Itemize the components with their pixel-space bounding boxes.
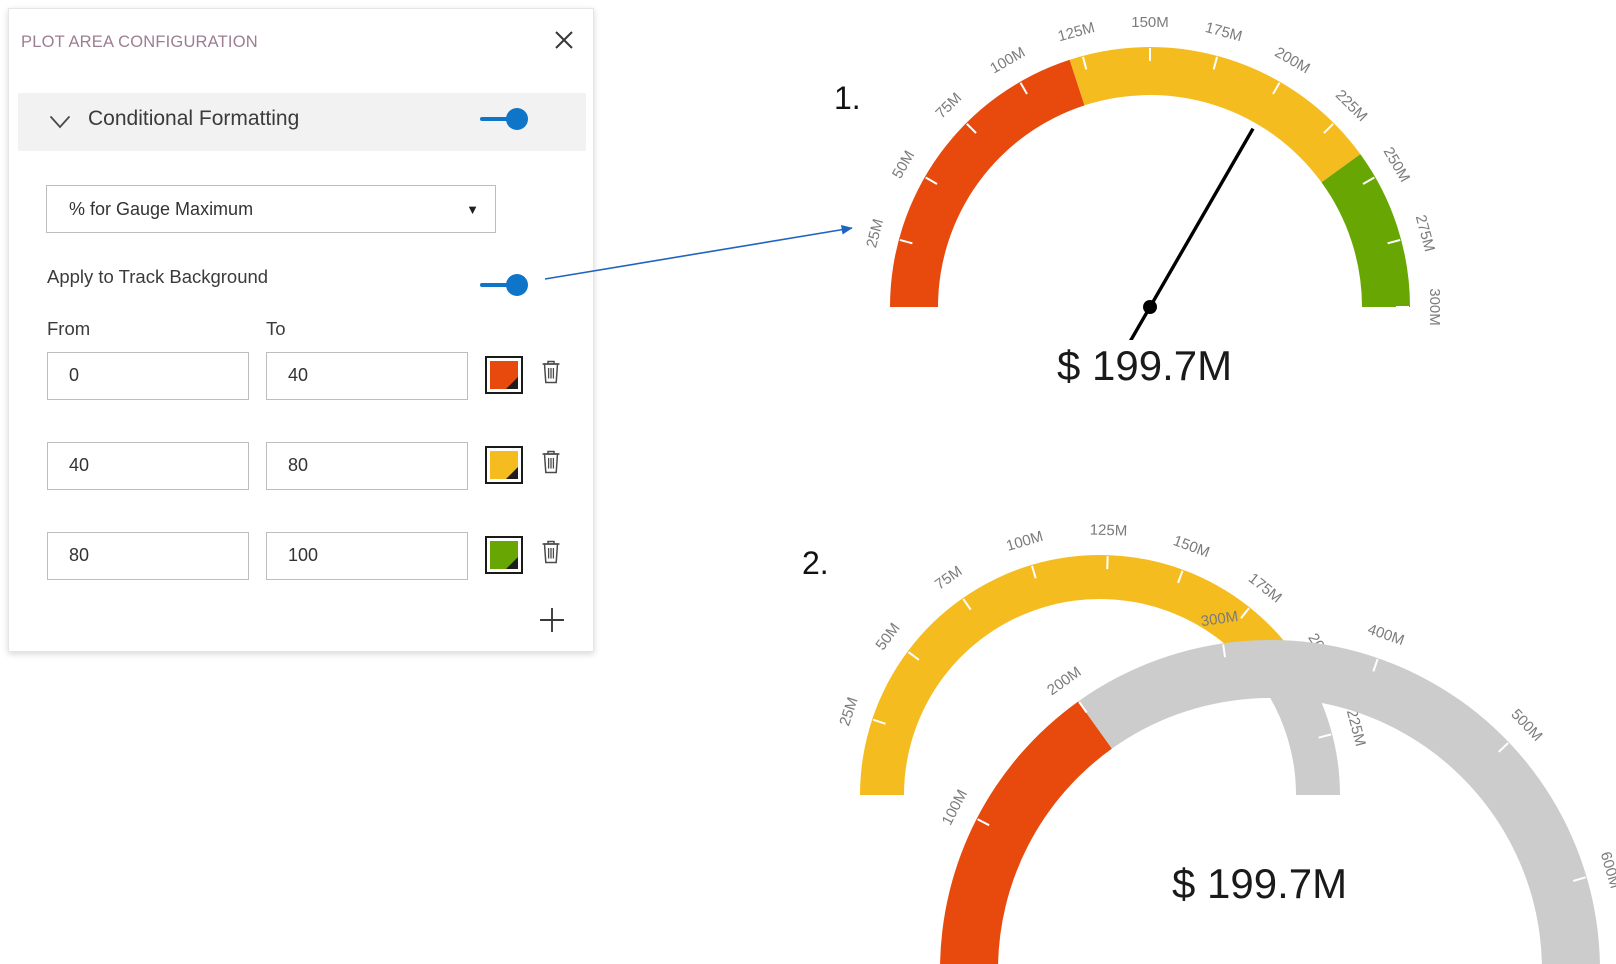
swatch-corner-marker <box>506 467 518 479</box>
gauge-band <box>890 60 1084 307</box>
gauge-tick-label: 25M <box>863 217 887 250</box>
rule-from-input[interactable]: 80 <box>47 532 249 580</box>
rule-from-value: 0 <box>69 365 79 386</box>
conditional-formatting-toggle[interactable] <box>480 108 528 130</box>
page-title: PLOT AREA CONFIGURATION <box>21 33 258 52</box>
conditional-formatting-label: Conditional Formatting <box>88 107 299 131</box>
trash-icon[interactable] <box>540 448 562 476</box>
gauge-band <box>1078 640 1600 964</box>
rule-color-swatch[interactable] <box>485 446 523 484</box>
gauge-tick-label: 125M <box>1056 19 1097 45</box>
plot-area-configuration-panel: PLOT AREA CONFIGURATION Conditional Form… <box>8 8 594 652</box>
apply-to-track-background-toggle[interactable] <box>480 274 528 296</box>
apply-to-track-background-label: Apply to Track Background <box>47 266 268 288</box>
rule-color-swatch[interactable] <box>485 536 523 574</box>
gauge-tick-label: 300M <box>1200 608 1240 630</box>
gauge-band <box>940 701 1112 964</box>
gauge-maximum-mode-select[interactable]: % for Gauge Maximum ▼ <box>46 185 496 233</box>
gauge-tick-label: 175M <box>1203 19 1244 45</box>
gauge-tick-label: 200M <box>1272 44 1313 77</box>
rule-from-input[interactable]: 40 <box>47 442 249 490</box>
rule-to-value: 100 <box>288 545 318 566</box>
gauge-tick-label: 250M <box>1380 144 1413 185</box>
rule-to-value: 80 <box>288 455 308 476</box>
rule-color-swatch[interactable] <box>485 356 523 394</box>
gauge-needle-pivot <box>1143 300 1157 314</box>
swatch-corner-marker <box>506 557 518 569</box>
gauge-tick-label: 200M <box>1044 663 1084 699</box>
gauge-tick-label: 500M <box>1507 706 1545 745</box>
chevron-down-icon: ▼ <box>466 203 479 216</box>
trash-icon[interactable] <box>540 538 562 566</box>
rule-row: 0 40 <box>9 352 595 406</box>
gauge-tick-label: 50M <box>889 148 918 182</box>
toggle-knob <box>506 108 528 130</box>
gauge-tick-label: 125M <box>1089 522 1127 540</box>
trash-icon[interactable] <box>540 358 562 386</box>
gauge-tick-label: 100M <box>1004 528 1045 555</box>
gauge-tick-label: 75M <box>932 89 965 122</box>
rule-to-value: 40 <box>288 365 308 386</box>
rule-from-value: 40 <box>69 455 89 476</box>
rule-row: 80 100 <box>9 532 595 586</box>
gauge-tick-label: 300M <box>1426 288 1443 326</box>
gauge-1: 25M 50M 75M 100M 125M 150M 175M 200M 225M 250M 275… <box>820 0 1500 340</box>
rule-to-input[interactable]: 100 <box>266 532 468 580</box>
rule-to-input[interactable]: 80 <box>266 442 468 490</box>
swatch-corner-marker <box>506 377 518 389</box>
gauge-tick-label: 600M <box>1597 850 1616 891</box>
gauge-3-value: $ 199.7M <box>1172 860 1347 908</box>
gauge-tick-label: 75M <box>932 563 966 594</box>
gauge-tick-label: 100M <box>939 787 971 828</box>
rule-row: 40 80 <box>9 442 595 496</box>
gauge-tick-label: 275M <box>1412 213 1438 254</box>
gauge-tick-label: 100M <box>987 44 1028 77</box>
close-icon[interactable] <box>549 25 579 55</box>
gauge-tick-label: 50M <box>872 620 903 654</box>
rule-to-input[interactable]: 40 <box>266 352 468 400</box>
toggle-knob <box>506 274 528 296</box>
rule-from-input[interactable]: 0 <box>47 352 249 400</box>
chevron-down-icon[interactable] <box>48 111 72 133</box>
gauge-tick-label: 150M <box>1131 14 1169 31</box>
gauge-tick-label: 25M <box>836 695 861 728</box>
column-header-from: From <box>47 318 90 340</box>
select-value: % for Gauge Maximum <box>69 199 253 220</box>
rule-from-value: 80 <box>69 545 89 566</box>
gauge-tick-label: 150M <box>1171 532 1212 561</box>
gauge-tick-label: 400M <box>1365 621 1406 649</box>
gauge-tick-label: 225M <box>1332 87 1371 126</box>
gauge-1-value: $ 199.7M <box>1057 342 1232 390</box>
plus-icon[interactable] <box>537 605 567 635</box>
column-header-to: To <box>266 318 286 340</box>
